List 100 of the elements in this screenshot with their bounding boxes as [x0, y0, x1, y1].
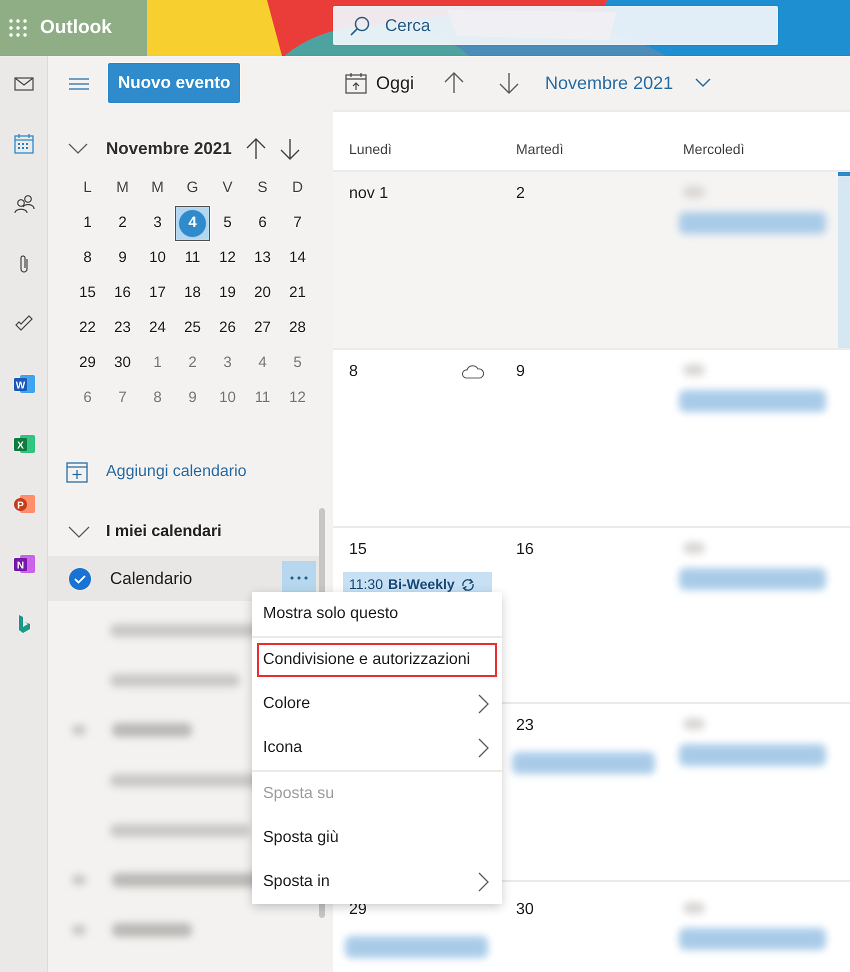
date-cell[interactable]: 10 — [210, 381, 245, 416]
date-cell[interactable]: 3 — [140, 206, 175, 241]
menu-item[interactable]: Colore — [252, 682, 502, 726]
blurred-chevron — [72, 725, 86, 735]
menu-item[interactable]: Sposta in — [252, 860, 502, 904]
date-cell[interactable]: 19 — [210, 276, 245, 311]
group-title[interactable]: I miei calendari — [106, 520, 222, 544]
month-picker-button[interactable]: Novembre 2021 — [545, 70, 674, 96]
add-calendar-link[interactable]: Aggiungi calendario — [106, 460, 247, 484]
date-cell[interactable]: 8 — [140, 381, 175, 416]
date-cell[interactable]: 29 — [70, 346, 105, 381]
new-event-button[interactable]: Nuovo evento — [108, 63, 240, 103]
submenu-chevron-icon — [478, 694, 490, 714]
submenu-chevron-icon — [478, 872, 490, 892]
date-cell[interactable]: 15 — [70, 276, 105, 311]
date-cell[interactable]: 17 — [140, 276, 175, 311]
date-cell[interactable]: 20 — [245, 276, 280, 311]
chevron-icon[interactable] — [695, 78, 712, 88]
date-cell[interactable]: 28 — [280, 311, 315, 346]
weekday-label: L — [82, 178, 93, 198]
day-number: 30 — [516, 900, 534, 920]
day-number: 2 — [516, 184, 525, 204]
date-cell[interactable]: 18 — [175, 276, 210, 311]
month-title: Novembre 2021 — [106, 138, 233, 160]
date-cell[interactable]: 27 — [245, 311, 280, 346]
weekday-label: G — [186, 178, 200, 198]
date-cell[interactable]: 25 — [175, 311, 210, 346]
down-arrow-icon[interactable] — [499, 72, 520, 94]
date-cell[interactable]: 6 — [70, 381, 105, 416]
date-cell[interactable]: 2 — [175, 346, 210, 381]
chevron-icon[interactable] — [68, 526, 90, 538]
weekday-label: M — [150, 178, 165, 198]
blurred-chevron — [72, 875, 86, 885]
date-cell[interactable]: 10 — [140, 241, 175, 276]
day-number: 15 — [349, 540, 367, 560]
date-cell[interactable]: 13 — [245, 241, 280, 276]
date-cell[interactable]: 6 — [245, 206, 280, 241]
down-arrow-icon[interactable] — [280, 138, 300, 160]
day-number: 8 — [349, 362, 358, 382]
date-cell[interactable]: 11 — [245, 381, 280, 416]
weekday-label: V — [221, 178, 234, 198]
date-cell[interactable]: 2 — [105, 206, 140, 241]
date-cell[interactable]: 7 — [105, 381, 140, 416]
weekday-label: S — [256, 178, 268, 198]
date-cell[interactable]: 4 — [245, 346, 280, 381]
blurred-date — [683, 902, 705, 914]
people-icon[interactable] — [12, 193, 34, 215]
date-cell[interactable]: 14 — [280, 241, 315, 276]
blurred-date — [683, 718, 705, 730]
date-cell[interactable]: 16 — [105, 276, 140, 311]
date-cell[interactable]: 5 — [210, 206, 245, 241]
date-cell[interactable]: 12 — [280, 381, 315, 416]
day-number: 23 — [516, 716, 534, 736]
day-header: Mercoledì — [682, 140, 746, 159]
date-cell[interactable]: 4 — [175, 206, 210, 241]
app-launcher-icon[interactable] — [9, 19, 27, 37]
day-number: nov 1 — [349, 184, 388, 204]
date-cell[interactable]: 11 — [175, 241, 210, 276]
blurred-date — [683, 364, 705, 376]
date-cell[interactable]: 26 — [210, 311, 245, 346]
date-cell[interactable]: 24 — [140, 311, 175, 346]
date-cell[interactable]: 21 — [280, 276, 315, 311]
calendar-name: Calendario — [110, 568, 194, 590]
date-cell[interactable]: 30 — [105, 346, 140, 381]
date-cell[interactable]: 12 — [210, 241, 245, 276]
blurred-chevron — [72, 925, 86, 935]
day-number: 9 — [516, 362, 525, 382]
date-cell[interactable]: 23 — [105, 311, 140, 346]
date-cell[interactable]: 8 — [70, 241, 105, 276]
search-field[interactable]: Cerca — [333, 6, 778, 45]
up-arrow-icon[interactable] — [444, 72, 464, 94]
date-cell[interactable]: 1 — [140, 346, 175, 381]
submenu-chevron-icon — [478, 738, 490, 758]
menu-item[interactable]: Icona — [252, 726, 502, 772]
date-cell[interactable]: 1 — [70, 206, 105, 241]
date-cell[interactable]: 3 — [210, 346, 245, 381]
day-number: 16 — [516, 540, 534, 560]
calendar-icon[interactable] — [12, 133, 34, 155]
search-icon — [349, 14, 371, 36]
add-calendar-icon — [66, 461, 88, 483]
weekday-label: D — [291, 178, 304, 198]
date-cell[interactable]: 7 — [280, 206, 315, 241]
menu-item[interactable]: Mostra solo questo — [252, 592, 502, 638]
date-cell[interactable]: 22 — [70, 311, 105, 346]
date-cell[interactable]: 9 — [175, 381, 210, 416]
day-header: Lunedì — [348, 140, 393, 159]
date-cell[interactable]: 5 — [280, 346, 315, 381]
menu-item[interactable]: Sposta giù — [252, 816, 502, 860]
calendar-row[interactable]: Calendario — [48, 556, 320, 601]
calendar-icon — [345, 72, 367, 94]
weekday-label: M — [115, 178, 130, 198]
menu-item[interactable]: Condivisione e autorizzazioni — [252, 638, 502, 682]
chevron-icon[interactable] — [68, 143, 88, 155]
today-button[interactable]: Oggi — [345, 70, 414, 96]
date-cell[interactable]: 9 — [105, 241, 140, 276]
menu-icon[interactable] — [69, 76, 89, 91]
up-arrow-icon[interactable] — [246, 138, 266, 160]
search-input[interactable]: Cerca — [383, 12, 778, 40]
checked-circle-icon[interactable] — [68, 566, 92, 590]
day-header: Martedì — [515, 140, 564, 159]
